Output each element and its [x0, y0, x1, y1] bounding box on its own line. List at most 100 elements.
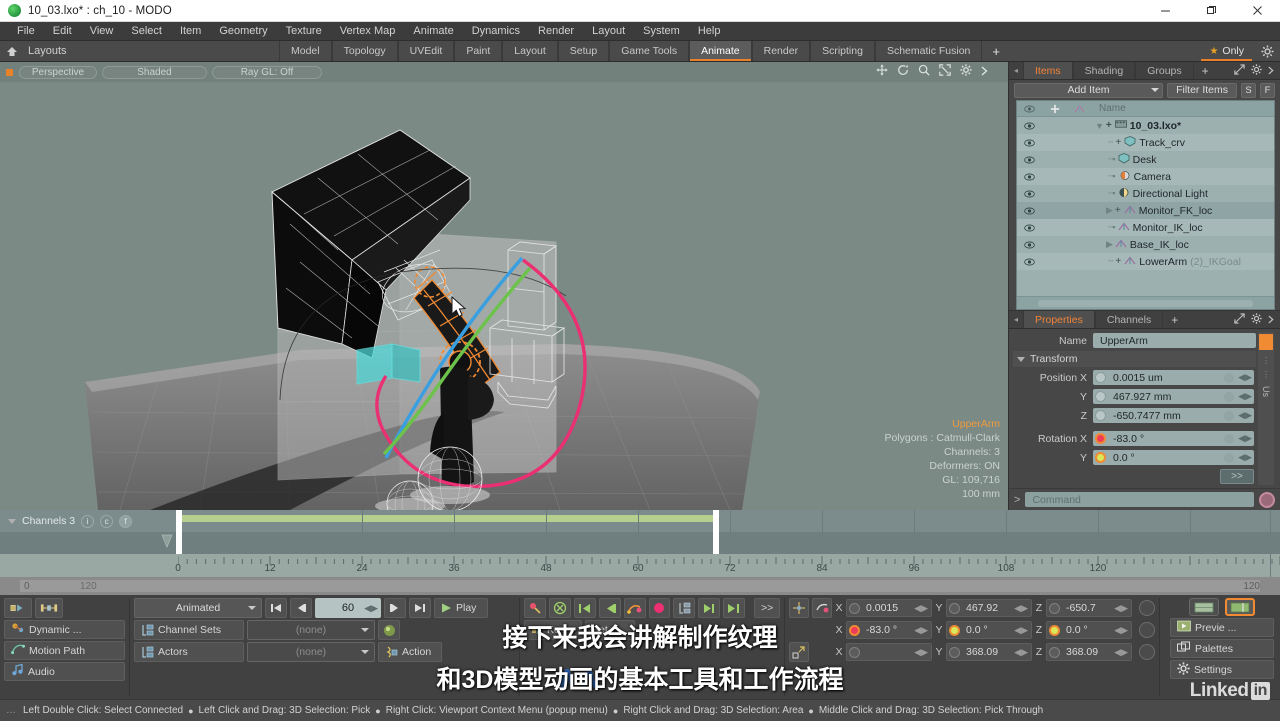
- home-icon[interactable]: [0, 41, 24, 61]
- key-more-button[interactable]: >>: [754, 598, 781, 618]
- minimize-icon[interactable]: [1142, 0, 1188, 21]
- menu-texture[interactable]: Texture: [277, 22, 331, 41]
- property-spinner-icon[interactable]: ◀▶: [1238, 433, 1252, 444]
- tab-schematic-fusion[interactable]: Schematic Fusion: [874, 41, 983, 61]
- list-item[interactable]: ▶ Base_IK_loc: [1017, 236, 1274, 253]
- list-item[interactable]: ┄▪ Monitor_IK_loc: [1017, 219, 1274, 236]
- properties-collapse-icon[interactable]: ◂: [1009, 311, 1023, 328]
- viewport-shading-mode[interactable]: Shaded: [102, 65, 207, 79]
- rotate-tool-icon[interactable]: [812, 598, 832, 618]
- pos-y-spinner-icon[interactable]: ◀▶: [1014, 603, 1028, 614]
- tab-shading[interactable]: Shading: [1072, 62, 1136, 79]
- show-more-properties-button[interactable]: >>: [1220, 469, 1254, 484]
- expand-plus-icon[interactable]: +: [1106, 120, 1112, 131]
- step-back-button[interactable]: [290, 598, 312, 618]
- pos-z-input[interactable]: -650.7 ◀▶: [1046, 599, 1132, 617]
- timeline-playhead[interactable]: [713, 510, 719, 554]
- key-marker-icon[interactable]: [160, 534, 174, 554]
- channel-dot-icon-keyed[interactable]: [1095, 452, 1106, 463]
- timeline-button-f[interactable]: f: [119, 514, 133, 528]
- current-frame-input[interactable]: 60 ◀▶: [315, 598, 381, 618]
- timeline-panel[interactable]: Channels 3 i c f 0 12 24 36 48 60 72 84 …: [0, 510, 1280, 595]
- pos-z-dot-icon[interactable]: [1049, 602, 1060, 614]
- timeline-scrollbar[interactable]: 0 120 120: [0, 577, 1280, 595]
- tab-model[interactable]: Model: [279, 41, 332, 61]
- channel-dot-icon[interactable]: [1095, 410, 1106, 421]
- record-key-icon[interactable]: [648, 598, 671, 618]
- range-mode-icon[interactable]: [35, 598, 63, 618]
- menu-vertex-map[interactable]: Vertex Map: [331, 22, 405, 41]
- animation-mode-select[interactable]: Animated: [134, 598, 262, 618]
- list-item[interactable]: ┄▪ Camera: [1017, 168, 1274, 185]
- items-list-scrollbar[interactable]: [1017, 296, 1274, 309]
- set-key-icon[interactable]: [524, 598, 546, 618]
- menu-geometry[interactable]: Geometry: [210, 22, 276, 41]
- add-layout-tab-button[interactable]: +: [982, 41, 1010, 61]
- menu-render[interactable]: Render: [529, 22, 583, 41]
- viewport-gear-icon[interactable]: [960, 63, 972, 81]
- prev-key-icon[interactable]: [573, 598, 596, 618]
- menu-dynamics[interactable]: Dynamics: [463, 22, 529, 41]
- expand-plus-icon[interactable]: +: [1115, 137, 1121, 148]
- pos-x-spinner-icon[interactable]: ◀▶: [914, 603, 928, 614]
- tab-render[interactable]: Render: [751, 41, 811, 61]
- add-panel-tab-button[interactable]: +: [1194, 62, 1217, 79]
- viewport-transform-widget[interactable]: Transform: [46, 470, 123, 510]
- channel-dot-icon[interactable]: [1095, 391, 1106, 402]
- tree-expander-icon[interactable]: ▶: [1106, 239, 1113, 250]
- tab-channels[interactable]: Channels: [1094, 311, 1164, 328]
- settings-gear-icon[interactable]: [1254, 41, 1280, 61]
- frame-spinner-icon[interactable]: ◀▶: [364, 603, 378, 614]
- animation-range-bar[interactable]: [178, 515, 718, 522]
- property-spinner-icon[interactable]: ◀▶: [1238, 410, 1252, 421]
- filter-s-button[interactable]: S: [1241, 82, 1256, 98]
- row-visibility-toggle[interactable]: [1017, 224, 1042, 232]
- tab-layout[interactable]: Layout: [502, 41, 558, 61]
- viewport-camera-mode[interactable]: Perspective: [19, 65, 97, 79]
- only-toggle[interactable]: ★ Only: [1199, 41, 1254, 61]
- property-input[interactable]: 0.0015 um ◀▶: [1093, 370, 1254, 385]
- name-input[interactable]: UpperArm: [1093, 333, 1256, 348]
- timeline-button-i[interactable]: i: [81, 514, 95, 528]
- timeline-scroll-thumb[interactable]: [20, 580, 1260, 592]
- play-button[interactable]: Play: [434, 598, 488, 618]
- next-key-icon[interactable]: [698, 598, 721, 618]
- row-visibility-toggle[interactable]: [1017, 258, 1042, 266]
- expand-icon[interactable]: [1234, 311, 1245, 329]
- last-key-icon[interactable]: [723, 598, 746, 618]
- list-item[interactable]: ┄ + Track_crv: [1017, 134, 1274, 151]
- tab-topology[interactable]: Topology: [331, 41, 398, 61]
- add-item-button[interactable]: Add Item: [1014, 82, 1164, 98]
- status-overflow-icon[interactable]: …: [6, 705, 23, 716]
- rotate-icon[interactable]: [897, 63, 909, 81]
- panel-more-icon[interactable]: [1268, 62, 1274, 80]
- properties-more-icon[interactable]: [1268, 311, 1274, 329]
- expand-plus-icon[interactable]: +: [1115, 205, 1121, 216]
- property-spinner-icon[interactable]: ◀▶: [1238, 452, 1252, 463]
- channel-tool-icon[interactable]: [673, 598, 696, 618]
- list-item[interactable]: ┄▪ Desk: [1017, 151, 1274, 168]
- menu-item[interactable]: Item: [171, 22, 210, 41]
- go-to-end-button[interactable]: [409, 598, 431, 618]
- viewport-scene[interactable]: [0, 82, 1008, 510]
- tab-items[interactable]: Items: [1023, 62, 1073, 79]
- maximize-icon[interactable]: [1188, 0, 1234, 21]
- panel-gear-icon[interactable]: [1251, 62, 1262, 80]
- timeline-keys-row[interactable]: [0, 532, 1280, 554]
- transform-group-header[interactable]: Transform: [1013, 351, 1256, 367]
- fit-icon[interactable]: [939, 63, 951, 81]
- filter-items-button[interactable]: Filter Items: [1167, 82, 1237, 98]
- close-icon[interactable]: [1234, 0, 1280, 21]
- delete-key-icon[interactable]: [548, 598, 571, 618]
- menu-layout[interactable]: Layout: [583, 22, 634, 41]
- pan-icon[interactable]: [876, 63, 888, 81]
- tab-properties[interactable]: Properties: [1023, 311, 1095, 328]
- property-input[interactable]: 0.0 ° ◀▶: [1093, 450, 1254, 465]
- list-item[interactable]: ┄ + LowerArm (2)_IKGoal: [1017, 253, 1274, 270]
- tab-animate[interactable]: Animate: [689, 41, 752, 61]
- items-list[interactable]: Name ▼ + 10_03.lxo* ┄ + Track_crv ┄▪ Des…: [1016, 100, 1275, 310]
- property-input[interactable]: 467.927 mm ◀▶: [1093, 389, 1254, 404]
- channel-dot-icon-animated[interactable]: [1095, 433, 1106, 444]
- row-visibility-toggle[interactable]: [1017, 122, 1042, 130]
- command-input[interactable]: Command: [1025, 492, 1254, 507]
